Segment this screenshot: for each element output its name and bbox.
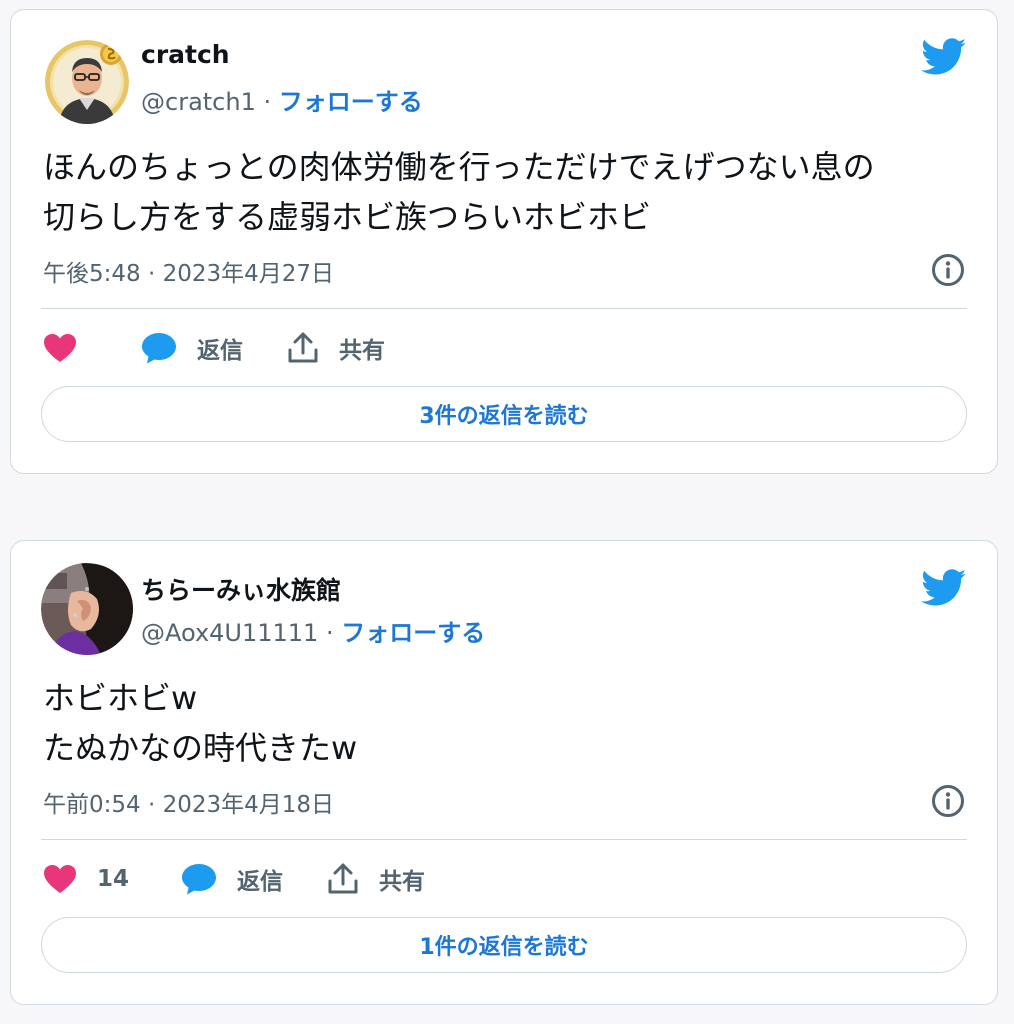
action-bar: 14 返信 共有 <box>43 859 425 899</box>
display-name[interactable]: ちらーみぃ水族館 <box>141 571 341 607</box>
share-button[interactable]: 共有 <box>287 331 385 365</box>
separator: · <box>318 619 342 647</box>
tweet-card: ちらーみぃ水族館 @Aox4U11111 · フォローする ホビホビw たぬかな… <box>10 540 998 1005</box>
tweet-card: cratch @cratch1 · フォローする ほんのちょっとの肉体労働を行っ… <box>10 9 998 474</box>
follow-button[interactable]: フォローする <box>341 619 485 647</box>
like-button[interactable] <box>43 333 77 363</box>
like-button[interactable]: 14 <box>43 864 129 894</box>
divider <box>41 839 967 840</box>
divider <box>41 308 967 309</box>
read-replies-button[interactable]: 1件の返信を読む <box>41 917 967 973</box>
handle[interactable]: @cratch1 <box>141 88 256 116</box>
timestamp[interactable]: 午前0:54 · 2023年4月18日 <box>43 785 334 819</box>
share-label: 共有 <box>339 338 385 364</box>
like-count: 14 <box>97 866 130 892</box>
reply-button[interactable]: 返信 <box>181 862 283 896</box>
share-upload-icon <box>328 863 358 894</box>
speech-bubble-icon <box>182 864 217 895</box>
handle[interactable]: @Aox4U11111 <box>141 619 318 647</box>
read-replies-button[interactable]: 3件の返信を読む <box>41 386 967 442</box>
reply-label: 返信 <box>237 869 284 895</box>
handle-row: @cratch1 · フォローする <box>141 82 423 117</box>
follow-button[interactable]: フォローする <box>279 88 423 116</box>
timestamp[interactable]: 午後5:48 · 2023年4月27日 <box>43 254 334 288</box>
reply-button[interactable]: 返信 <box>141 331 243 365</box>
share-upload-icon <box>288 332 318 363</box>
tweet-text: ほんのちょっとの肉体労働を行っただけでえげつない息の 切らし方をする虚弱ホビ族つ… <box>43 148 875 236</box>
action-bar: 返信 共有 <box>43 328 385 368</box>
heart-icon <box>44 865 76 893</box>
heart-icon <box>44 334 76 362</box>
twitter-bird-icon[interactable] <box>921 569 967 607</box>
reply-label: 返信 <box>197 338 243 364</box>
avatar[interactable] <box>45 40 129 124</box>
share-label: 共有 <box>379 869 426 895</box>
share-button[interactable]: 共有 <box>327 862 425 896</box>
avatar[interactable] <box>41 563 133 655</box>
tweet-text: ホビホビw たぬかなの時代きたw <box>43 679 358 767</box>
separator: · <box>255 88 279 116</box>
info-icon[interactable] <box>931 253 965 287</box>
speech-bubble-icon <box>142 333 176 364</box>
twitter-bird-icon[interactable] <box>921 38 967 76</box>
handle-row: @Aox4U11111 · フォローする <box>141 613 485 648</box>
display-name[interactable]: cratch <box>141 40 230 69</box>
info-icon[interactable] <box>931 784 965 818</box>
